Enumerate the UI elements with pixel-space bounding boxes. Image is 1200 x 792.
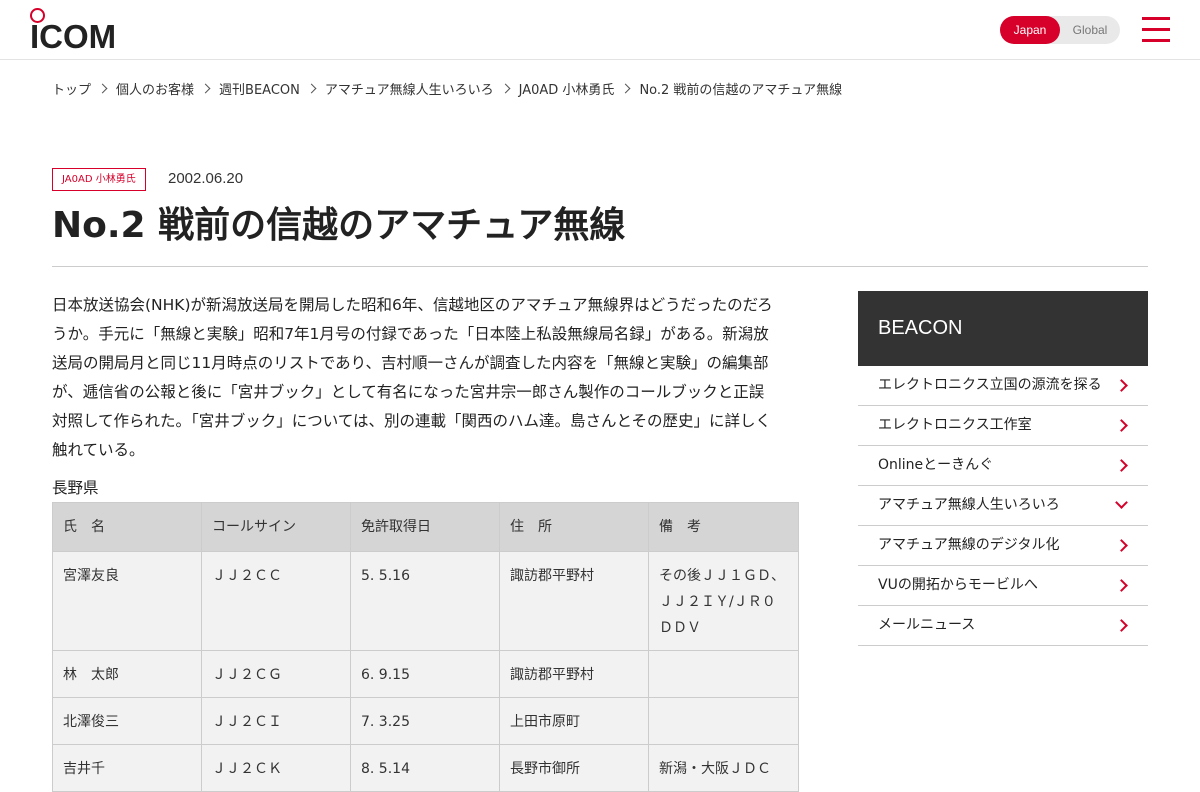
chevron-right-icon	[1115, 459, 1128, 472]
cell-remarks: 新潟・大阪ＪＤＣ	[648, 744, 799, 792]
body-line: 触れている。	[52, 441, 145, 459]
breadcrumb-item-current: No.2 戦前の信越のアマチュア無線	[639, 82, 843, 98]
sidebar-item-label: Onlineとーきんぐ	[878, 457, 994, 473]
column-header-callsign: コールサイン	[201, 502, 351, 552]
cell-name: 林 太郎	[52, 650, 202, 698]
cell-address: 上田市原町	[499, 697, 649, 745]
body-line: 対照して作られた。「宮井ブック」については、別の連載「関西のハム達。島さんとその…	[52, 412, 772, 430]
article-date: 2002.06.20	[168, 170, 244, 187]
body-line: 送局の開局月と同じ11月時点のリストであり、吉村順一さんが調査した内容を「無線と…	[52, 354, 769, 372]
cell-license-date: 5. 5.16	[350, 551, 500, 651]
callsign-table: 氏 名 コールサイン 免許取得日 住 所 備 考 宮澤友良 ＪＪ２ＣＣ 5. 5…	[52, 502, 799, 792]
sidebar-item-label: VUの開拓からモービルへ	[878, 577, 1038, 593]
region-global-button[interactable]: Global	[1060, 16, 1120, 44]
cell-name: 吉井千	[52, 744, 202, 792]
chevron-right-icon	[306, 83, 317, 93]
cell-address: 長野市御所	[499, 744, 649, 792]
chevron-right-icon	[1115, 539, 1128, 552]
column-header-license-date: 免許取得日	[350, 502, 500, 552]
sidebar-item-vu-mobile[interactable]: VUの開拓からモービルへ	[858, 566, 1148, 606]
cell-license-date: 6. 9.15	[350, 650, 500, 698]
body-line: うか。手元に「無線と実験」昭和7年1月号の付録であった「日本陸上私設無線局名録」…	[52, 325, 769, 343]
table-header-row: 氏 名 コールサイン 免許取得日 住 所 備 考	[52, 502, 799, 552]
chevron-right-icon	[1115, 619, 1128, 632]
breadcrumb-item-author[interactable]: JA0AD 小林勇氏	[519, 79, 615, 98]
column-header-remarks: 備 考	[648, 502, 799, 552]
table-row: 北澤俊三 ＪＪ２ＣＩ 7. 3.25 上田市原町	[52, 697, 799, 745]
cell-remarks: その後ＪＪ１ＧＤ、ＪＪ２ＩＹ/ＪＲ０ＤＤＶ	[648, 551, 799, 651]
cell-callsign: ＪＪ２ＣＣ	[201, 551, 351, 651]
sidebar-item-online-talking[interactable]: Onlineとーきんぐ	[858, 446, 1148, 486]
chevron-right-icon	[1115, 579, 1128, 592]
chevron-right-icon	[1115, 379, 1128, 392]
article-body: 日本放送協会(NHK)が新潟放送局を開局した昭和6年、信越地区のアマチュア無線界…	[52, 291, 800, 465]
sidebar-item-ham-life[interactable]: アマチュア無線人生いろいろ	[858, 486, 1148, 526]
sidebar-item-label: メールニュース	[878, 617, 976, 633]
chevron-down-icon	[1115, 496, 1128, 509]
breadcrumb-item-series[interactable]: アマチュア無線人生いろいろ	[325, 79, 494, 98]
breadcrumb-item-beacon[interactable]: 週刊BEACON	[219, 79, 300, 98]
region-japan-button[interactable]: Japan	[1000, 16, 1060, 44]
logo-text: ICOM	[30, 18, 117, 55]
sidebar-item-label: アマチュア無線のデジタル化	[878, 537, 1060, 553]
chevron-right-icon	[500, 83, 511, 93]
column-header-name: 氏 名	[52, 502, 202, 552]
cell-license-date: 8. 5.14	[350, 744, 500, 792]
title-divider	[52, 266, 1148, 267]
author-tag[interactable]: JA0AD 小林勇氏	[52, 168, 146, 191]
table-row: 吉井千 ＪＪ２ＣＫ 8. 5.14 長野市御所 新潟・大阪ＪＤＣ	[52, 744, 799, 792]
cell-remarks	[648, 697, 799, 745]
cell-callsign: ＪＪ２ＣＩ	[201, 697, 351, 745]
cell-license-date: 7. 3.25	[350, 697, 500, 745]
sidebar: BEACON エレクトロニクス立国の源流を探る エレクトロニクス工作室 Onli…	[858, 291, 1148, 646]
cell-name: 北澤俊三	[52, 697, 202, 745]
chevron-right-icon	[620, 83, 631, 93]
breadcrumb-item-top[interactable]: トップ	[52, 79, 91, 98]
body-line: が、逓信省の公報と後に「宮井ブック」として有名になった宮井宗一郎さん製作のコール…	[52, 383, 765, 401]
sidebar-item-digitalization[interactable]: アマチュア無線のデジタル化	[858, 526, 1148, 566]
table-row: 宮澤友良 ＪＪ２ＣＣ 5. 5.16 諏訪郡平野村 その後ＪＪ１ＧＤ、ＪＪ２ＩＹ…	[52, 551, 799, 651]
cell-remarks	[648, 650, 799, 698]
breadcrumb-item-personal[interactable]: 個人のお客様	[116, 79, 194, 98]
breadcrumb: トップ 個人のお客様 週刊BEACON アマチュア無線人生いろいろ JA0AD …	[52, 78, 842, 98]
cell-address: 諏訪郡平野村	[499, 650, 649, 698]
prefecture-heading: 長野県	[52, 479, 99, 497]
cell-callsign: ＪＪ２ＣＧ	[201, 650, 351, 698]
region-switch: Japan Global	[1000, 16, 1120, 44]
icom-logo[interactable]: ICOM	[30, 7, 122, 55]
cell-callsign: ＪＪ２ＣＫ	[201, 744, 351, 792]
sidebar-item-mail-news[interactable]: メールニュース	[858, 606, 1148, 646]
sidebar-item-label: エレクトロニクス工作室	[878, 417, 1032, 433]
body-line: 日本放送協会(NHK)が新潟放送局を開局した昭和6年、信越地区のアマチュア無線界…	[52, 296, 773, 314]
sidebar-item-electronics-origin[interactable]: エレクトロニクス立国の源流を探る	[858, 366, 1148, 406]
table-row: 林 太郎 ＪＪ２ＣＧ 6. 9.15 諏訪郡平野村	[52, 650, 799, 698]
chevron-right-icon	[1115, 419, 1128, 432]
site-header: ICOM Japan Global	[0, 0, 1200, 60]
sidebar-item-workshop[interactable]: エレクトロニクス工作室	[858, 406, 1148, 446]
cell-address: 諏訪郡平野村	[499, 551, 649, 651]
hamburger-menu-icon[interactable]	[1142, 17, 1170, 43]
sidebar-item-label: アマチュア無線人生いろいろ	[878, 497, 1060, 513]
chevron-right-icon	[97, 83, 108, 93]
article-title: No.2 戦前の信越のアマチュア無線	[52, 205, 626, 246]
sidebar-title: BEACON	[858, 291, 1148, 366]
sidebar-item-label: エレクトロニクス立国の源流を探る	[878, 377, 1102, 393]
cell-name: 宮澤友良	[52, 551, 202, 651]
chevron-right-icon	[200, 83, 211, 93]
column-header-address: 住 所	[499, 502, 649, 552]
